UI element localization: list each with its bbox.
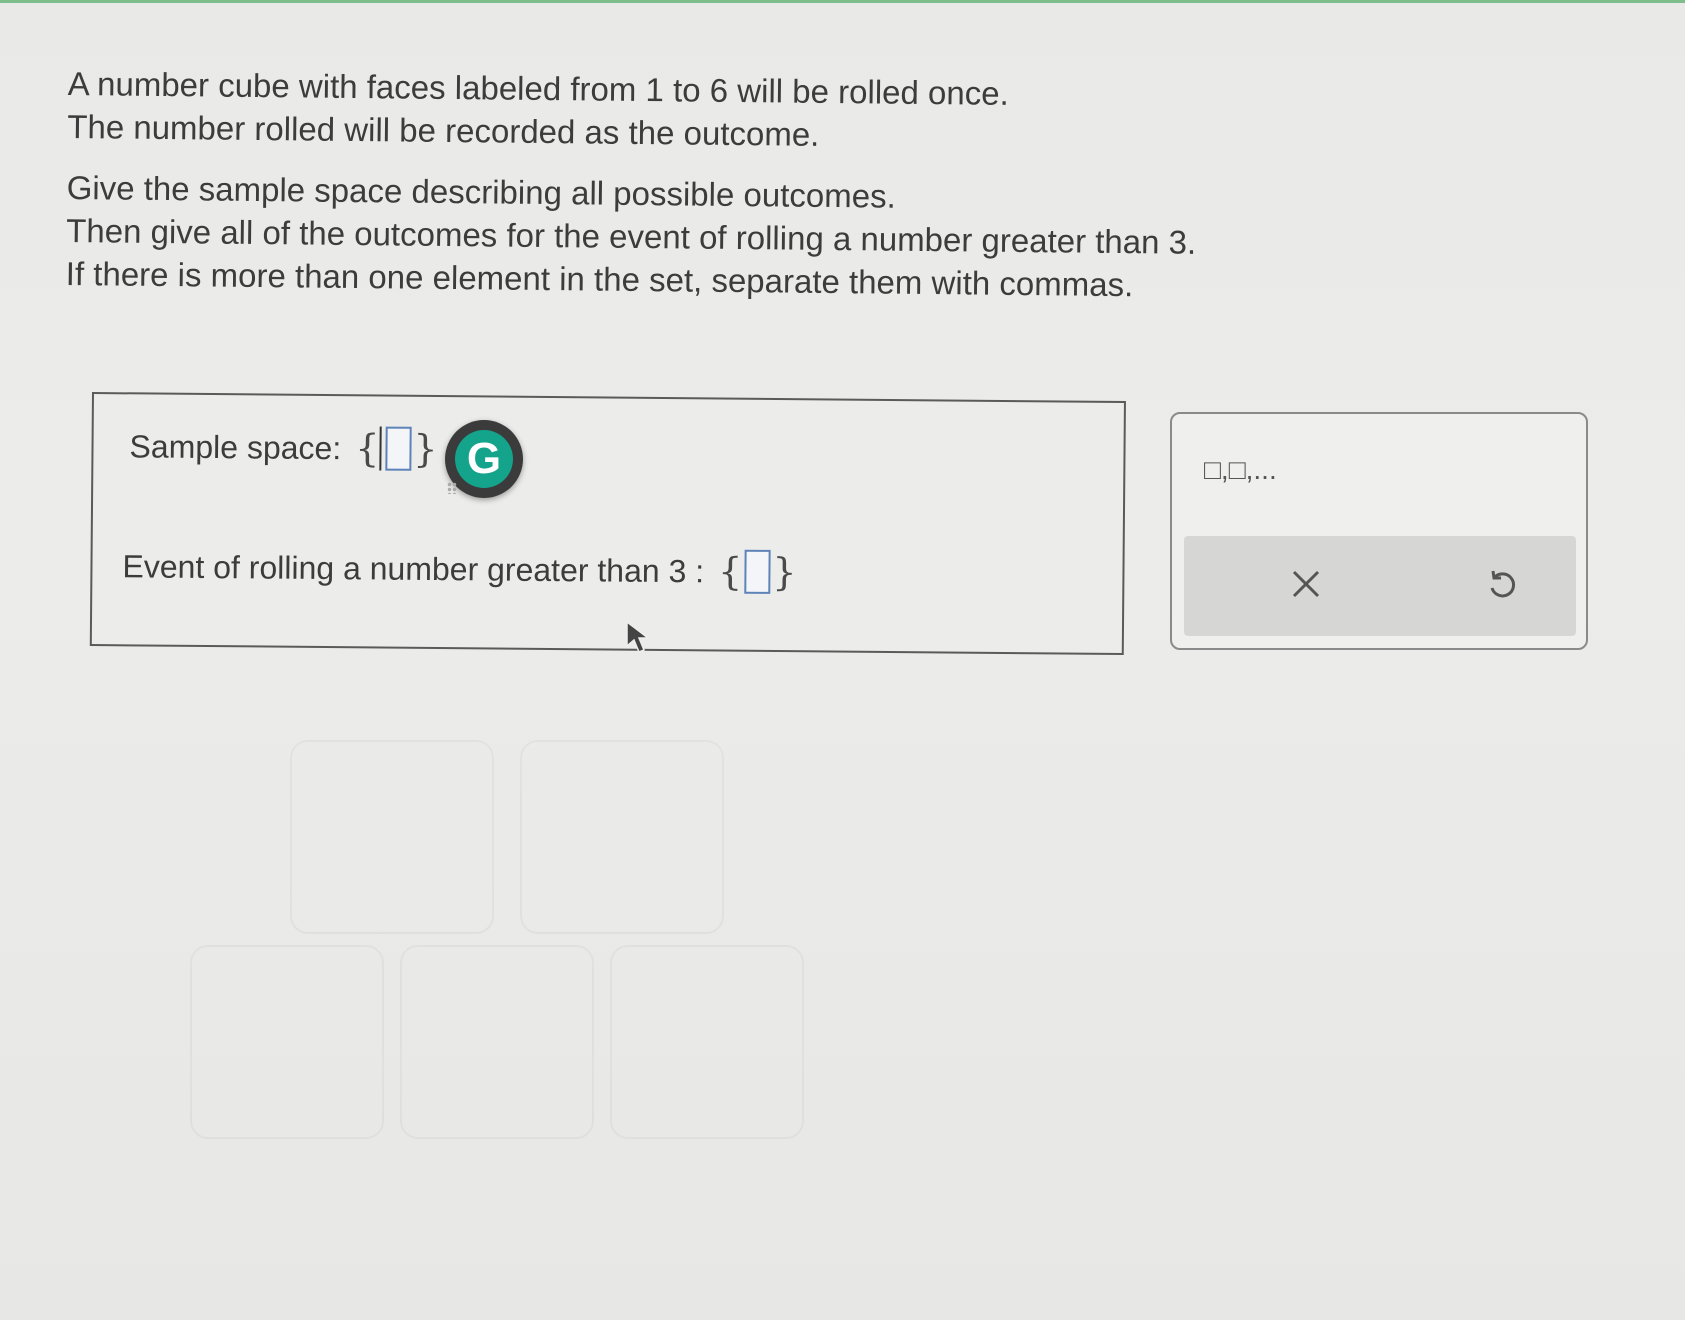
grip-icon bbox=[447, 482, 457, 494]
background-reflection bbox=[520, 740, 724, 934]
undo-button[interactable] bbox=[1472, 554, 1532, 614]
mouse-cursor-icon bbox=[626, 620, 651, 653]
background-reflection bbox=[290, 740, 494, 934]
sample-space-slot[interactable] bbox=[385, 426, 412, 471]
event-label: Event of rolling a number greater than 3… bbox=[122, 547, 705, 589]
grammarly-icon: G bbox=[455, 430, 513, 488]
x-icon bbox=[1292, 570, 1320, 598]
set-template-button[interactable]: □,□,... bbox=[1204, 454, 1277, 486]
grammarly-button[interactable]: G bbox=[445, 420, 523, 498]
sample-space-row: Sample space: { } bbox=[129, 424, 437, 471]
open-brace: { bbox=[354, 426, 380, 471]
background-reflection bbox=[400, 945, 594, 1139]
sample-space-label: Sample space: bbox=[129, 427, 342, 466]
event-slot[interactable] bbox=[744, 549, 771, 594]
toolbox-actions bbox=[1184, 536, 1576, 636]
top-accent-bar bbox=[0, 0, 1685, 3]
problem-statement: A number cube with faces labeled from 1 … bbox=[66, 62, 1368, 309]
event-input[interactable]: { } bbox=[718, 549, 797, 594]
background-reflection bbox=[190, 945, 384, 1139]
close-brace: } bbox=[413, 426, 438, 472]
close-brace: } bbox=[772, 549, 797, 595]
undo-icon bbox=[1490, 570, 1516, 598]
background-reflection bbox=[610, 945, 804, 1139]
math-toolbox: □,□,... bbox=[1170, 412, 1588, 650]
open-brace: { bbox=[717, 549, 743, 594]
text-caret bbox=[379, 426, 382, 471]
clear-button[interactable] bbox=[1276, 554, 1336, 614]
event-row: Event of rolling a number greater than 3… bbox=[122, 544, 796, 594]
sample-space-input[interactable]: { } bbox=[355, 426, 438, 471]
answer-box: Sample space: { } Event of rolling a num… bbox=[89, 392, 1126, 656]
